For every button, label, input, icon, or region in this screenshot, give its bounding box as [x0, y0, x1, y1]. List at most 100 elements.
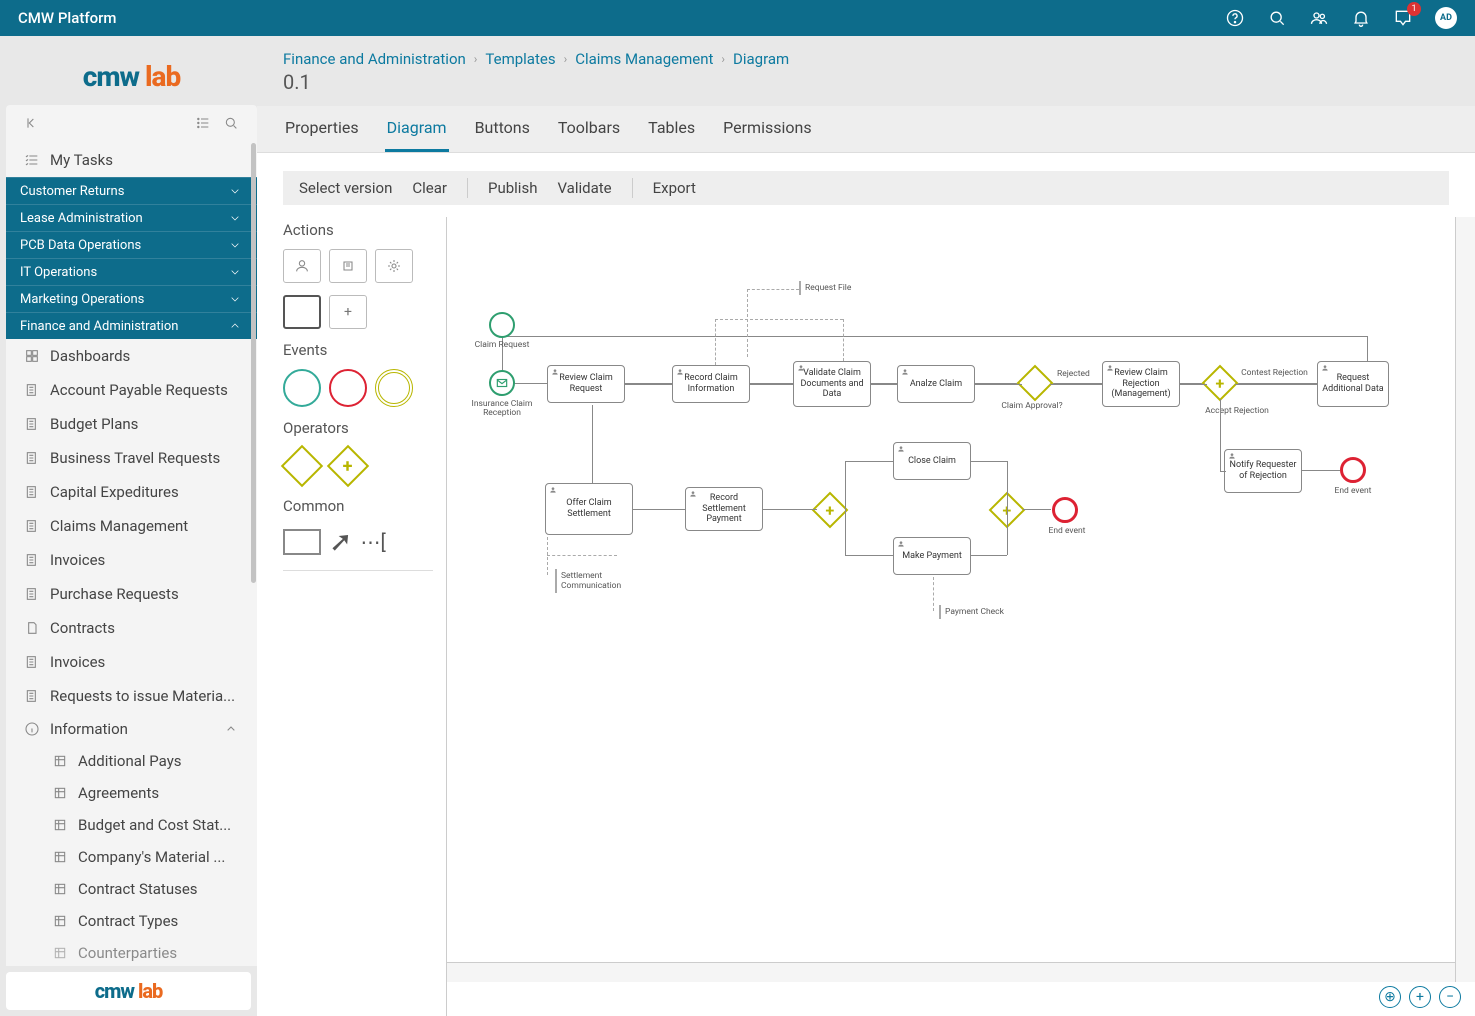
end-event-2[interactable] [1340, 457, 1366, 483]
note-payment-check[interactable]: Payment Check [939, 605, 1008, 619]
nav-group-marketing[interactable]: Marketing Operations [6, 285, 257, 312]
tool-clear[interactable]: Clear [412, 179, 447, 197]
task-request-additional[interactable]: Request Additional Data [1317, 361, 1389, 407]
diagram-canvas[interactable]: Claim Request Insurance Claim Reception … [447, 217, 1475, 1016]
task-close-claim[interactable]: Close Claim [893, 442, 971, 480]
sidebar-search-icon[interactable] [223, 115, 239, 135]
info-additional-pays[interactable]: Additional Pays [6, 745, 257, 777]
nav-item-capex[interactable]: Capital Expeditures [6, 475, 257, 509]
gateway-approval[interactable] [1017, 365, 1054, 402]
tool-validate[interactable]: Validate [557, 179, 611, 197]
nav-item-claims-mgmt[interactable]: Claims Management [6, 509, 257, 543]
header-bar: CMW Platform 1 AD [0, 0, 1475, 36]
tabs-bar: Properties Diagram Buttons Toolbars Tabl… [257, 106, 1475, 153]
nav-group-it[interactable]: IT Operations [6, 258, 257, 285]
info-counterparties[interactable]: Counterparties [6, 937, 257, 966]
palette-gateway-icon[interactable] [281, 445, 323, 487]
palette-service-task-icon[interactable] [375, 249, 413, 283]
palette-operators-title: Operators [283, 419, 446, 437]
breadcrumb: Finance and Administration› Templates› C… [257, 36, 1475, 68]
task-record-settlement[interactable]: Record Settlement Payment [685, 487, 763, 531]
zoom-in-icon[interactable]: + [1409, 986, 1431, 1008]
nav-group-lease[interactable]: Lease Administration [6, 204, 257, 231]
palette-empty-task-icon[interactable] [283, 295, 321, 329]
zoom-fit-icon[interactable]: ⊕ [1379, 986, 1401, 1008]
crumb-0[interactable]: Finance and Administration [283, 50, 466, 68]
task-notify-rejection[interactable]: Notify Requester of Rejection [1224, 449, 1302, 493]
start-event-insurance[interactable] [489, 370, 515, 396]
label-contest: Contest Rejection [1237, 369, 1312, 378]
palette-arrow-icon[interactable]: ➚ [329, 525, 352, 558]
tab-tables[interactable]: Tables [646, 106, 697, 152]
tab-permissions[interactable]: Permissions [721, 106, 813, 152]
search-icon[interactable] [1267, 8, 1287, 28]
start-event-claim-request[interactable] [489, 312, 515, 338]
crumb-1[interactable]: Templates [485, 50, 555, 68]
nav-item-dashboards[interactable]: Dashboards [6, 339, 257, 373]
task-review-claim[interactable]: Review Claim Request [547, 365, 625, 403]
label-end-1: End event [1045, 527, 1089, 536]
scrollbar-thumb[interactable] [251, 143, 256, 583]
label-insurance: Insurance Claim Reception [465, 400, 539, 419]
tab-diagram[interactable]: Diagram [385, 106, 449, 152]
palette-timer-event-icon[interactable] [375, 369, 413, 407]
chat-icon[interactable]: 1 [1393, 8, 1413, 28]
nav-item-requests-materia[interactable]: Requests to issue Materia... [6, 679, 257, 713]
bell-icon[interactable] [1351, 8, 1371, 28]
vertical-ruler [1455, 217, 1475, 982]
crumb-3[interactable]: Diagram [733, 50, 789, 68]
palette-start-event-icon[interactable] [283, 369, 321, 407]
nav-item-invoices-2[interactable]: Invoices [6, 645, 257, 679]
note-request-file[interactable]: Request File [799, 281, 855, 295]
palette-add-icon[interactable]: + [329, 295, 367, 329]
task-review-rejection[interactable]: Review Claim Rejection (Management) [1102, 361, 1180, 407]
info-budget-cost[interactable]: Budget and Cost Stat... [6, 809, 257, 841]
task-record-claim-info[interactable]: Record Claim Information [672, 365, 750, 403]
palette-script-task-icon[interactable] [329, 249, 367, 283]
palette-pool-icon[interactable] [283, 529, 321, 555]
nav-group-finance[interactable]: Finance and Administration [6, 312, 257, 339]
palette-user-task-icon[interactable] [283, 249, 321, 283]
tool-publish[interactable]: Publish [488, 179, 537, 197]
palette-parallel-gateway-icon[interactable]: + [327, 445, 369, 487]
tab-toolbars[interactable]: Toolbars [556, 106, 622, 152]
nav-item-invoices[interactable]: Invoices [6, 543, 257, 577]
palette-annotation-icon[interactable]: ⋯[ [360, 530, 385, 554]
people-icon[interactable] [1309, 8, 1329, 28]
info-contract-types[interactable]: Contract Types [6, 905, 257, 937]
crumb-2[interactable]: Claims Management [575, 50, 713, 68]
info-contract-statuses[interactable]: Contract Statuses [6, 873, 257, 905]
nav-item-budget-plans[interactable]: Budget Plans [6, 407, 257, 441]
nav-item-purchase-requests[interactable]: Purchase Requests [6, 577, 257, 611]
palette-end-event-icon[interactable] [329, 369, 367, 407]
nav-item-information[interactable]: Information [6, 713, 257, 745]
nav-item-travel-requests[interactable]: Business Travel Requests [6, 441, 257, 475]
nav-group-customer-returns[interactable]: Customer Returns [6, 177, 257, 204]
tab-buttons[interactable]: Buttons [473, 106, 532, 152]
help-icon[interactable] [1225, 8, 1245, 28]
list-icon[interactable] [195, 115, 211, 135]
end-event-1[interactable] [1052, 497, 1078, 523]
nav-item-contracts[interactable]: Contracts [6, 611, 257, 645]
info-agreements[interactable]: Agreements [6, 777, 257, 809]
task-make-payment[interactable]: Make Payment [893, 537, 971, 575]
avatar[interactable]: AD [1435, 7, 1457, 29]
nav-group-pcb[interactable]: PCB Data Operations [6, 231, 257, 258]
note-settlement-comm[interactable]: Settlement Communication [555, 569, 615, 593]
nav-item-ap-requests[interactable]: Account Payable Requests [6, 373, 257, 407]
task-analyze-claim[interactable]: Analze Claim [897, 365, 975, 403]
my-tasks[interactable]: My Tasks [6, 143, 257, 177]
task-offer-settlement[interactable]: Offer Claim Settlement [545, 483, 633, 535]
task-validate-claim[interactable]: Validate Claim Documents and Data [793, 361, 871, 407]
info-company-material[interactable]: Company's Material ... [6, 841, 257, 873]
tool-export[interactable]: Export [653, 179, 696, 197]
collapse-icon[interactable] [24, 115, 40, 135]
sidebar-scroll[interactable]: My Tasks Customer Returns Lease Administ… [6, 143, 257, 966]
zoom-out-icon[interactable]: − [1439, 986, 1461, 1008]
gateway-contest[interactable] [1202, 365, 1239, 402]
gateway-settlement[interactable] [812, 492, 849, 529]
tool-select-version[interactable]: Select version [299, 179, 392, 197]
tab-properties[interactable]: Properties [283, 106, 361, 152]
zoom-controls: ⊕ + − [1379, 986, 1461, 1008]
horizontal-ruler [447, 962, 1475, 982]
